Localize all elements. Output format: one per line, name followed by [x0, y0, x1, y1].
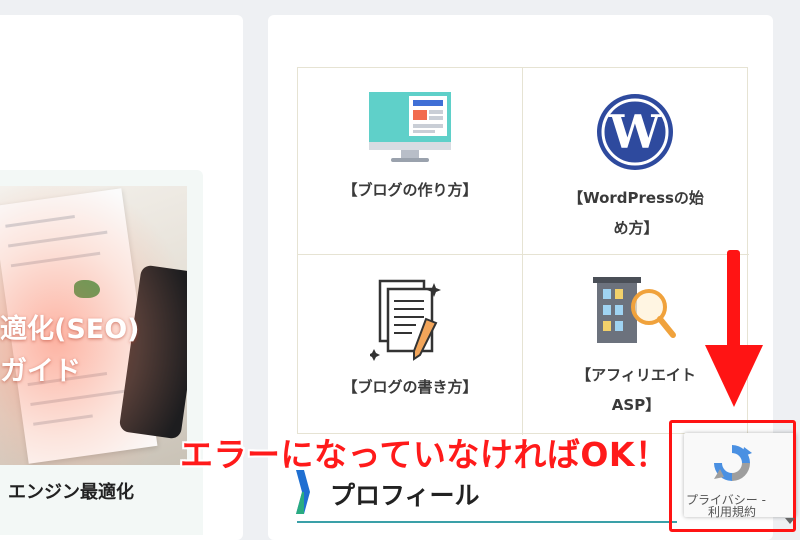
wordpress-logo-icon: W	[597, 94, 673, 170]
category-label: 【ブログの書き方】	[342, 378, 478, 396]
monitor-icon	[369, 92, 451, 162]
chevron-right-icon	[296, 470, 310, 514]
category-grid: 【ブログの作り方】 W 【WordPressの始 め方】 【ブログの書き方】 【…	[297, 67, 749, 435]
article-title[interactable]: エンジン最適化	[8, 478, 134, 504]
category-blog-writing[interactable]: 【ブログの書き方】	[298, 255, 523, 435]
building-magnifier-icon	[593, 277, 676, 343]
thumbnail-title-line2: ガイド	[0, 356, 81, 387]
article-thumbnail[interactable]: 適化(SEO) ガイド	[0, 186, 187, 465]
svg-text:W: W	[608, 105, 662, 159]
annotation-arrow-shaft	[727, 250, 740, 350]
thumbnail-title-line1: 適化(SEO)	[0, 314, 140, 345]
category-label: 【ブログの作り方】	[342, 181, 478, 199]
category-label-line2: め方】	[613, 219, 659, 237]
category-label-line1: 【WordPressの始	[568, 189, 704, 207]
annotation-note: エラーになっていなければOK！	[180, 435, 669, 474]
arrow-down-icon	[705, 345, 763, 407]
category-wordpress-start[interactable]: W 【WordPressの始 め方】	[523, 68, 749, 255]
category-blog-howto[interactable]: 【ブログの作り方】	[298, 68, 523, 255]
scroll-down-icon[interactable]	[785, 518, 795, 524]
profile-underline	[297, 521, 677, 523]
profile-heading: プロフィール	[330, 481, 480, 510]
annotation-highlight-box	[669, 420, 796, 532]
document-pen-icon	[370, 279, 441, 361]
